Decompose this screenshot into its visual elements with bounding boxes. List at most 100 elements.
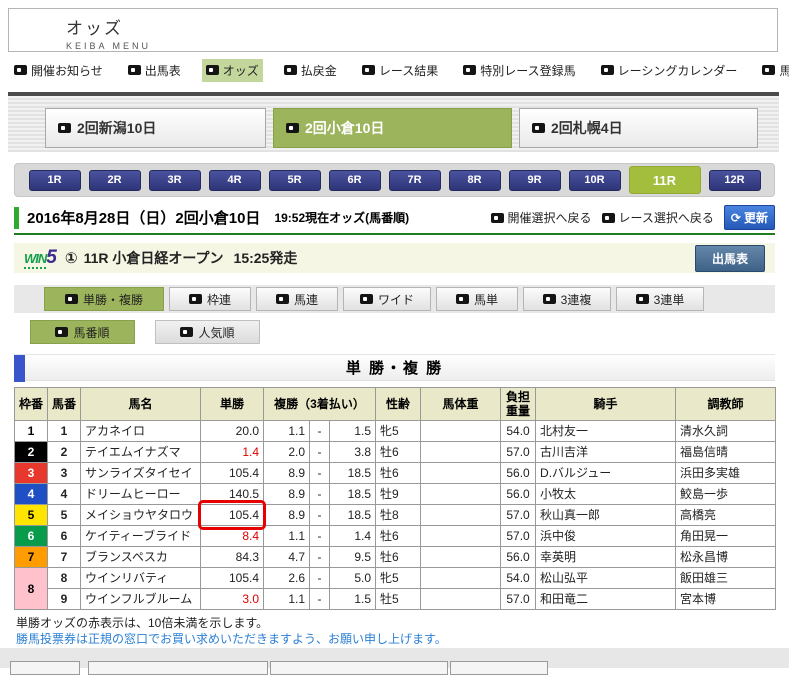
- page-header: オッズ KEIBA MENU: [8, 8, 778, 52]
- place-high-cell: 9.5: [330, 547, 376, 568]
- bet-tab-2-label: 馬連: [294, 291, 318, 308]
- bet-tab-2[interactable]: 馬連: [256, 287, 338, 311]
- date-title: 2016年8月28日（日）2回小倉10日: [27, 207, 260, 228]
- bullet-icon: [491, 213, 504, 223]
- bet-tab-0-label: 単勝・複勝: [83, 291, 143, 308]
- place-low-cell: 2.6: [264, 568, 310, 589]
- race-tab-10r[interactable]: 10R: [569, 170, 621, 191]
- nav-item-6[interactable]: レーシングカレンダー: [597, 59, 742, 82]
- jockey-cell: 北村友一: [536, 421, 676, 442]
- cutoff-button[interactable]: [88, 661, 268, 675]
- race-tab-6r[interactable]: 6R: [329, 170, 381, 191]
- race-tab-12r[interactable]: 12R: [709, 170, 761, 191]
- trainer-cell: 福島信晴: [676, 442, 776, 463]
- header-name: 馬名: [81, 388, 201, 421]
- sex-age-cell: 牡9: [376, 484, 421, 505]
- bet-tab-6[interactable]: 3連単: [616, 287, 704, 311]
- bullet-icon: [14, 65, 27, 75]
- race-tab-5r[interactable]: 5R: [269, 170, 321, 191]
- nav-item-0[interactable]: 開催お知らせ: [10, 59, 107, 82]
- bet-tab-4-label: 馬単: [474, 291, 498, 308]
- nav-item-7[interactable]: 馬場情報: [758, 59, 789, 82]
- sort-tabs: 馬番順人気順: [30, 320, 260, 344]
- bet-tab-1[interactable]: 枠連: [169, 287, 251, 311]
- table-row-7: 77ブランスペスカ84.34.7-9.5牡656.0幸英明松永昌博: [15, 547, 776, 568]
- weight-cell: [421, 463, 501, 484]
- meeting-tab-0[interactable]: 2回新潟10日: [45, 108, 266, 148]
- odds-status: 19:52現在オッズ(馬番順): [274, 209, 409, 226]
- race-tab-2r[interactable]: 2R: [89, 170, 141, 191]
- trainer-cell: 鮫島一歩: [676, 484, 776, 505]
- header-trainer: 調教師: [676, 388, 776, 421]
- jockey-cell: 幸英明: [536, 547, 676, 568]
- dash-cell: -: [310, 589, 330, 610]
- jockey-cell: 秋山真一郎: [536, 505, 676, 526]
- waku-cell: 6: [15, 526, 48, 547]
- place-low-cell: 8.9: [264, 463, 310, 484]
- header-sex-age: 性齢: [376, 388, 421, 421]
- bullet-icon: [284, 65, 297, 75]
- header-place: 複勝（3着払い）: [264, 388, 376, 421]
- back-link-0[interactable]: 開催選択へ戻る: [491, 209, 592, 226]
- bullet-icon: [636, 294, 649, 304]
- bet-tab-0[interactable]: 単勝・複勝: [44, 287, 164, 311]
- header-weight: 馬体重: [421, 388, 501, 421]
- waku-cell: 5: [15, 505, 48, 526]
- refresh-button[interactable]: ⟳ 更新: [724, 205, 775, 230]
- back-link-1[interactable]: レース選択へ戻る: [602, 209, 714, 226]
- nav-item-0-label: 開催お知らせ: [31, 62, 103, 79]
- note-line: 単勝オッズの赤表示は、10倍未満を示します。: [16, 615, 447, 631]
- bet-tab-5[interactable]: 3連複: [523, 287, 611, 311]
- nav-item-2[interactable]: オッズ: [202, 59, 263, 82]
- race-tab-1r[interactable]: 1R: [29, 170, 81, 191]
- uma-number-cell: 1: [48, 421, 81, 442]
- race-tab-11r[interactable]: 11R: [629, 166, 701, 194]
- cutoff-button[interactable]: [450, 661, 548, 675]
- uma-number-cell: 2: [48, 442, 81, 463]
- sort-tab-1[interactable]: 人気順: [155, 320, 260, 344]
- meeting-tab-1[interactable]: 2回小倉10日: [273, 108, 512, 148]
- bullet-icon: [360, 294, 373, 304]
- place-high-cell: 18.5: [330, 463, 376, 484]
- bet-tab-4[interactable]: 馬単: [436, 287, 518, 311]
- sex-age-cell: 牝5: [376, 421, 421, 442]
- weight-cell: [421, 505, 501, 526]
- weight-cell: [421, 442, 501, 463]
- notes: 単勝オッズの赤表示は、10倍未満を示します。 勝馬投票券は正規の窓口でお買い求め…: [16, 615, 447, 647]
- nav-item-5[interactable]: 特別レース登録馬: [459, 59, 579, 82]
- meeting-tab-2[interactable]: 2回札幌4日: [519, 108, 758, 148]
- race-tab-3r[interactable]: 3R: [149, 170, 201, 191]
- race-tab-7r[interactable]: 7R: [389, 170, 441, 191]
- trainer-cell: 浜田多実雄: [676, 463, 776, 484]
- nav-item-3[interactable]: 払戻金: [280, 59, 341, 82]
- uma-number-cell: 8: [48, 568, 81, 589]
- nav-item-1[interactable]: 出馬表: [124, 59, 185, 82]
- place-high-cell: 1.5: [330, 589, 376, 610]
- weight-cell: [421, 484, 501, 505]
- cutoff-button[interactable]: [270, 661, 448, 675]
- horse-name-cell: ウインリバティ: [81, 568, 201, 589]
- horse-name-cell: アカネイロ: [81, 421, 201, 442]
- weight-cell: [421, 568, 501, 589]
- nav-item-6-label: レーシングカレンダー: [618, 62, 738, 79]
- race-tab-4r[interactable]: 4R: [209, 170, 261, 191]
- sex-age-cell: 牡5: [376, 589, 421, 610]
- horse-name-cell: メイショウヤタロウ: [81, 505, 201, 526]
- race-tab-8r[interactable]: 8R: [449, 170, 501, 191]
- entries-button[interactable]: 出馬表: [695, 245, 765, 272]
- sort-tab-0[interactable]: 馬番順: [30, 320, 135, 344]
- load-cell: 54.0: [501, 568, 536, 589]
- race-tab-bar: 1R 2R 3R 4R 5R 6R 7R 8R 9R 10R 11R 12R: [14, 163, 775, 197]
- bullet-icon: [543, 294, 556, 304]
- table-row-5: 55メイショウヤタロウ105.48.9-18.5牡857.0秋山真一郎高橋亮: [15, 505, 776, 526]
- bet-tab-3[interactable]: ワイド: [343, 287, 431, 311]
- nav-item-4[interactable]: レース結果: [358, 59, 442, 82]
- page-title: オッズ: [66, 14, 777, 39]
- trainer-cell: 飯田雄三: [676, 568, 776, 589]
- meeting-tabs: 2回新潟10日2回小倉10日2回札幌4日: [45, 108, 758, 148]
- win-odds-cell: 140.5: [201, 484, 264, 505]
- bullet-icon: [456, 294, 469, 304]
- cutoff-button[interactable]: [10, 661, 80, 675]
- race-tab-9r[interactable]: 9R: [509, 170, 561, 191]
- bullet-icon: [180, 327, 193, 337]
